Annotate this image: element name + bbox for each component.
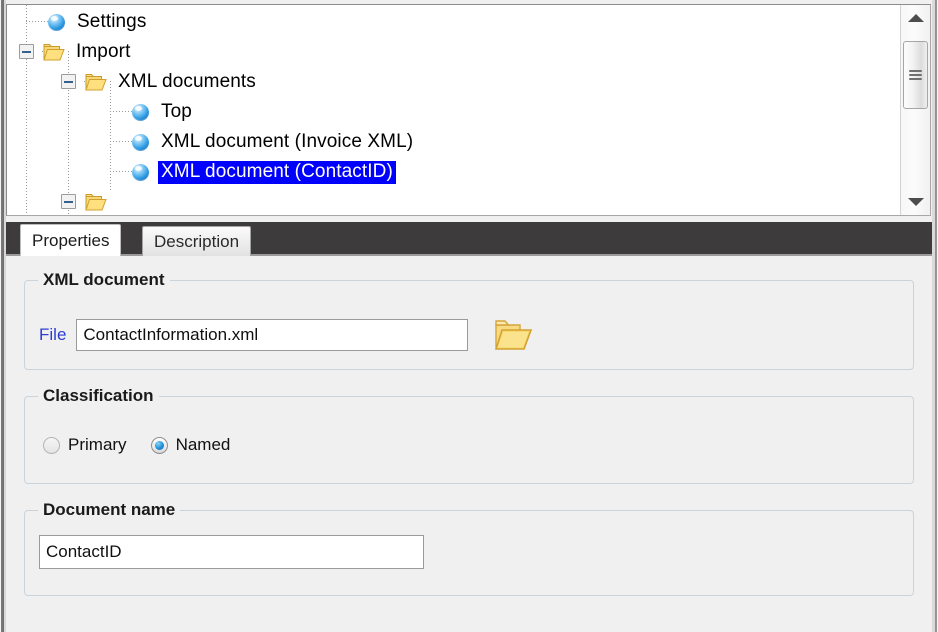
scroll-up-button[interactable] xyxy=(901,5,930,31)
folder-icon xyxy=(85,73,107,91)
radio-primary[interactable]: Primary xyxy=(43,435,127,455)
classification-radio-group: Primary Named xyxy=(43,435,254,455)
tree-viewport: Settings Import XML documents Top XML do… xyxy=(7,5,900,215)
window-right-border xyxy=(932,0,938,632)
browse-file-button[interactable] xyxy=(489,315,535,355)
groupbox-xml-document: XML document File xyxy=(24,270,914,370)
tree-item-settings[interactable]: Settings xyxy=(7,7,900,37)
radio-named[interactable]: Named xyxy=(150,435,231,455)
tab-properties[interactable]: Properties xyxy=(20,224,122,256)
document-name-input[interactable] xyxy=(39,535,424,569)
tree-item-clipped-partial[interactable] xyxy=(7,187,900,215)
groupbox-classification: Classification Primary Named xyxy=(24,386,914,484)
tree-item-list: Settings Import XML documents Top XML do… xyxy=(7,7,900,215)
tab-description-label: Description xyxy=(154,231,240,251)
tree-item-label: XML document (ContactID) xyxy=(158,160,396,184)
tree-vertical-scrollbar[interactable] xyxy=(900,5,930,215)
radio-named-label: Named xyxy=(175,435,231,454)
scroll-down-button[interactable] xyxy=(901,189,930,215)
tree-item-import[interactable]: Import xyxy=(7,37,900,67)
groupbox-classification-title: Classification xyxy=(38,386,159,406)
file-input[interactable] xyxy=(76,319,469,351)
application-window: Settings Import XML documents Top XML do… xyxy=(0,0,938,632)
tab-description[interactable]: Description xyxy=(142,226,252,256)
tree-item-label: Top xyxy=(161,100,192,122)
tree-item-top[interactable]: Top xyxy=(7,97,900,127)
tree-item-label: XML document (Invoice XML) xyxy=(161,130,414,152)
file-label: File xyxy=(39,325,67,344)
groupbox-xml-document-title: XML document xyxy=(38,270,170,290)
scrollbar-thumb[interactable] xyxy=(903,41,928,109)
tree-item-xml-document-contactid[interactable]: XML document (ContactID) xyxy=(7,157,900,187)
tab-strip: Properties Description xyxy=(6,222,932,256)
scroll-up-icon xyxy=(907,14,924,22)
radio-primary-indicator xyxy=(43,436,60,454)
folder-icon xyxy=(85,193,107,211)
tree-item-label: Import xyxy=(76,40,131,62)
folder-open-icon xyxy=(495,320,533,350)
tree-item-xml-documents[interactable]: XML documents xyxy=(7,67,900,97)
radio-named-indicator xyxy=(150,436,168,454)
scroll-down-icon xyxy=(907,198,924,206)
tab-properties-label: Properties xyxy=(32,230,110,250)
sphere-icon xyxy=(132,103,149,121)
groupbox-document-name: Document name xyxy=(24,500,914,596)
sphere-icon xyxy=(48,13,65,31)
configuration-tree-panel[interactable]: Settings Import XML documents Top XML do… xyxy=(6,4,931,216)
grip-icon xyxy=(909,68,922,82)
tree-item-xml-document-invoice[interactable]: XML document (Invoice XML) xyxy=(7,127,900,157)
folder-icon xyxy=(43,43,65,61)
sphere-icon xyxy=(132,163,149,181)
groupbox-document-name-title: Document name xyxy=(38,500,181,520)
file-row: File xyxy=(39,315,535,355)
radio-primary-label: Primary xyxy=(68,435,127,454)
tree-item-label: XML documents xyxy=(118,70,256,92)
sphere-icon xyxy=(132,133,149,151)
properties-pane: XML document File Classification xyxy=(6,256,932,628)
document-name-row xyxy=(39,535,424,569)
tree-item-label: Settings xyxy=(77,10,147,32)
